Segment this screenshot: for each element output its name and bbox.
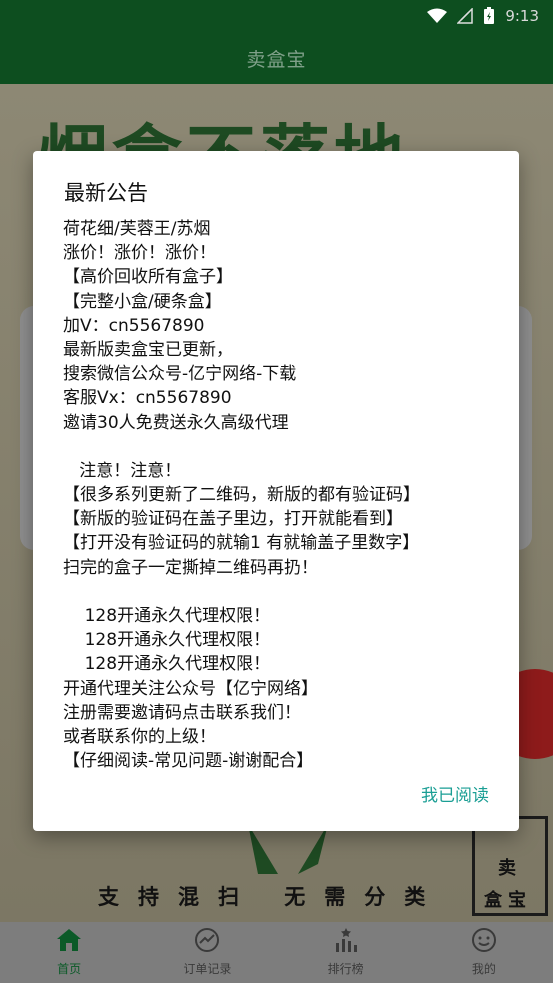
- dialog-title: 最新公告: [64, 181, 148, 205]
- dialog-message-line: 128开通永久代理权限！: [63, 630, 271, 651]
- dialog-message-line: 或者联系你的上级！: [63, 726, 216, 747]
- dialog-message-line: 注册需要邀请码点击联系我们！: [63, 702, 301, 723]
- signal-icon: [457, 8, 474, 24]
- nav-label-profile: 我的: [471, 962, 496, 976]
- dialog-message-line: 开通代理关注公众号【亿宁网络】: [63, 678, 318, 699]
- nav-item-orders[interactable]: 订单记录: [138, 922, 276, 983]
- dialog-message-line: 【完整小盒/硬条盒】: [63, 291, 222, 312]
- clock-time: 9:13: [505, 7, 539, 25]
- dialog-message-line: 【打开没有验证码的就输1 有就输盖子里数字】: [63, 533, 420, 554]
- wifi-icon: [427, 8, 448, 24]
- dialog-message-line: 128开通永久代理权限！: [63, 606, 271, 626]
- dialog-message-line: 客服Vx：cn5567890: [63, 388, 232, 409]
- dialog-message-line: 最新版卖盒宝已更新，: [63, 339, 233, 360]
- bottom-nav: 首页 订单记录 排行榜 我的: [0, 922, 553, 983]
- dialog-message-line: 邀请30人免费送永久高级代理: [63, 412, 289, 433]
- announcement-dialog: 最新公告 荷花细/芙蓉王/苏烟 涨价！涨价！涨价！ 【高价回收所有盒子】 【完整小盒/…: [33, 151, 519, 831]
- recycle-icon: [248, 824, 328, 874]
- dialog-message-line: 加V：cn5567890: [63, 315, 205, 336]
- home-icon: [56, 928, 82, 956]
- brand-stamp-text-b: 盒宝: [484, 890, 532, 911]
- nav-item-ranking[interactable]: 排行榜: [277, 922, 415, 983]
- nav-item-profile[interactable]: 我的: [415, 922, 553, 983]
- app-bar: 卖盒宝: [0, 32, 553, 84]
- dialog-message-line: 【仔细阅读-常见问题-谢谢配合】: [63, 751, 314, 772]
- dialog-message-line: 扫完的盒子一定撕掉二维码再扔！: [63, 557, 318, 578]
- dialog-message-line: 搜索微信公众号-亿宁网络-下载: [63, 364, 297, 385]
- dialog-message: 荷花细/芙蓉王/苏烟 涨价！涨价！涨价！ 【高价回收所有盒子】 【完整小盒/硬条盒】加…: [63, 217, 513, 773]
- profile-icon: [471, 928, 497, 956]
- dialog-message-line: [63, 435, 513, 459]
- nav-item-home[interactable]: 首页: [0, 922, 138, 983]
- ranking-icon: [333, 928, 359, 956]
- dialog-message-line: 【很多系列更新了二维码，新版的都有验证码】: [63, 485, 420, 506]
- nav-label-orders: 订单记录: [183, 962, 232, 976]
- app-title: 卖盒宝: [246, 48, 307, 71]
- brand-stamp-text-a: 卖: [498, 858, 516, 879]
- confirm-read-button[interactable]: 我已阅读: [421, 781, 489, 806]
- dialog-message-line: 128开通永久代理权限！: [63, 654, 271, 675]
- poster-slogan: 支持混扫 无需分类: [98, 885, 445, 909]
- dialog-message-line: 荷花细/芙蓉王/苏烟: [63, 219, 211, 239]
- nav-label-home: 首页: [57, 962, 82, 976]
- dialog-message-line: 涨价！涨价！涨价！: [63, 243, 216, 264]
- dialog-message-line: 【新版的验证码在盖子里边，打开就能看到】: [63, 509, 403, 530]
- nav-label-ranking: 排行榜: [327, 962, 364, 976]
- dialog-message-line: 【高价回收所有盒子】: [63, 267, 233, 288]
- dialog-message-line: [63, 580, 513, 604]
- battery-icon: [483, 7, 495, 25]
- dialog-message-line: 注意！注意！: [63, 460, 182, 481]
- status-bar: 9:13: [0, 0, 553, 32]
- trend-icon: [194, 928, 220, 956]
